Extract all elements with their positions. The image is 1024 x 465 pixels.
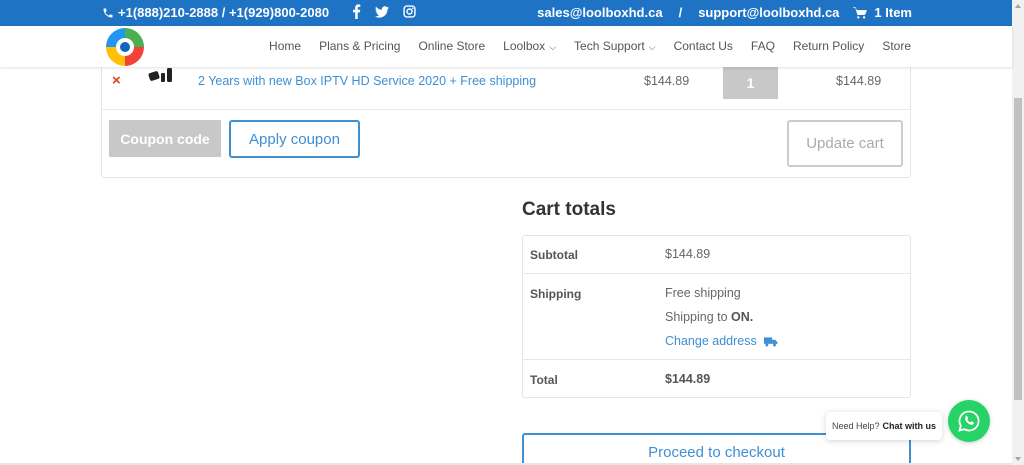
product-name-link[interactable]: 2 Years with new Box IPTV HD Service 202… [198,74,536,88]
apply-coupon-button[interactable]: Apply coupon [229,120,360,158]
site-logo[interactable] [104,26,146,68]
scroll-up-icon[interactable] [1014,2,1022,10]
nav-faq[interactable]: FAQ [751,39,775,53]
phone-info[interactable]: +1(888)210-2888 / +1(929)800-2080 [102,5,329,20]
cart-totals-title: Cart totals [522,199,616,220]
nav-loolbox-label[interactable]: Loolbox [503,39,545,53]
email-separator: / [678,5,683,20]
phone-numbers[interactable]: +1(888)210-2888 / +1(929)800-2080 [118,5,329,20]
help-prefix: Need Help? [831,421,880,431]
site-header: Home Plans & Pricing Online Store Loolbo… [0,26,1012,67]
shipping-method: Free shipping [665,286,741,300]
change-address-link[interactable]: Change address [665,334,778,348]
whatsapp-icon [958,410,980,432]
nav-tech-support-label[interactable]: Tech Support [574,39,645,53]
facebook-icon[interactable] [352,4,361,19]
shipping-destination: Shipping to ON. [665,310,753,324]
row-divider [101,109,911,110]
total-value: $144.89 [665,372,711,386]
nav-loolbox[interactable]: Loolbox ⌵ [503,39,556,53]
scroll-down-icon[interactable] [1014,455,1022,463]
coupon-code-input[interactable]: Coupon code [109,120,221,157]
help-cta[interactable]: Chat with us [883,421,937,431]
nav-home[interactable]: Home [269,39,301,53]
nav-online-store[interactable]: Online Store [418,39,485,53]
topbar-right: sales@loolboxhd.ca / support@loolboxhd.c… [537,5,912,20]
shipping-region: ON [731,310,750,324]
shipping-to-suffix: . [749,310,754,324]
product-price: $144.89 [644,74,690,88]
totals-divider [522,359,911,360]
cart-link[interactable]: 1 Item [853,5,912,20]
cart-icon [853,6,868,19]
nav-tech-support[interactable]: Tech Support ⌵ [574,39,656,53]
nav-return-policy[interactable]: Return Policy [793,39,864,53]
update-cart-button[interactable]: Update cart [787,120,903,167]
support-email-link[interactable]: support@loolboxhd.ca [698,5,839,20]
help-chat-bubble[interactable]: Need Help? Chat with us [826,412,942,440]
truck-icon [763,336,778,346]
chevron-down-icon: ⌵ [648,42,656,52]
line-subtotal: $144.89 [836,74,882,88]
sales-email-link[interactable]: sales@loolboxhd.ca [537,5,662,20]
page-scrollbar[interactable] [1012,0,1024,465]
quantity-input[interactable]: 1 [723,66,778,99]
cart-count[interactable]: 1 Item [874,5,912,20]
whatsapp-button[interactable] [948,400,990,442]
chevron-down-icon: ⌵ [549,42,557,52]
change-address-label[interactable]: Change address [665,334,757,348]
social-links [352,4,416,19]
instagram-icon[interactable] [403,5,416,18]
nav-store[interactable]: Store [882,39,911,53]
main-nav: Home Plans & Pricing Online Store Loolbo… [269,39,911,53]
total-label: Total [530,373,558,387]
twitter-icon[interactable] [375,5,389,18]
phone-icon [103,8,113,17]
totals-divider [522,273,911,274]
product-thumbnail[interactable] [148,67,174,83]
remove-item-button[interactable]: × [112,72,121,89]
nav-contact-us[interactable]: Contact Us [674,39,733,53]
subtotal-label: Subtotal [530,248,578,262]
nav-plans-pricing[interactable]: Plans & Pricing [319,39,400,53]
top-bar: +1(888)210-2888 / +1(929)800-2080 sales@… [0,0,1012,26]
shipping-to-prefix: Shipping to [665,310,732,324]
shipping-label: Shipping [530,287,582,301]
subtotal-value: $144.89 [665,247,711,261]
scroll-thumb[interactable] [1014,98,1022,400]
